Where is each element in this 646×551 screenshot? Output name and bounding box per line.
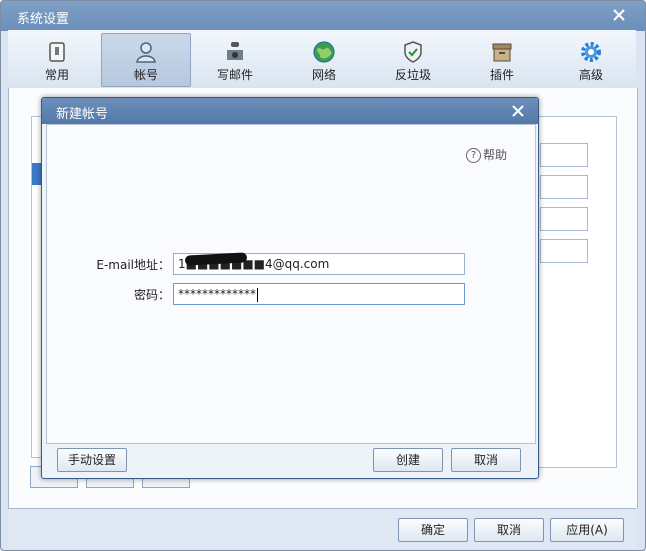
tab-account[interactable]: 帐号	[101, 33, 191, 87]
detail-field[interactable]	[540, 239, 588, 263]
settings-footer: 确定 取消 应用(A)	[8, 508, 636, 549]
create-button[interactable]: 创建	[373, 448, 443, 472]
antispam-icon	[404, 41, 422, 63]
tab-network-label: 网络	[311, 68, 336, 82]
help-label: 帮助	[483, 148, 508, 162]
ok-button[interactable]: 确定	[398, 518, 468, 542]
manual-setup-button[interactable]: 手动设置	[57, 448, 127, 472]
detail-field[interactable]	[540, 207, 588, 231]
help-icon: ?	[466, 148, 481, 163]
tab-general[interactable]: 常用	[12, 33, 102, 87]
dialog-cancel-button[interactable]: 取消	[451, 448, 521, 472]
tab-compose-label: 写邮件	[216, 68, 253, 82]
account-icon	[136, 42, 156, 63]
tab-compose[interactable]: 写邮件	[190, 33, 280, 87]
password-field[interactable]: *************	[173, 283, 465, 305]
detail-field[interactable]	[540, 143, 588, 167]
text-caret	[257, 287, 258, 302]
tab-antispam-label: 反垃圾	[394, 68, 431, 82]
tab-advanced[interactable]: 高级	[546, 33, 636, 87]
close-icon[interactable]	[510, 103, 526, 119]
network-icon	[313, 41, 335, 63]
account-details-panel	[529, 116, 617, 468]
dialog-title-bar: 新建帐号	[42, 98, 538, 124]
cancel-button[interactable]: 取消	[474, 518, 544, 542]
tab-account-label: 帐号	[133, 68, 158, 82]
detail-field[interactable]	[540, 175, 588, 199]
tab-plugin[interactable]: 插件	[457, 33, 547, 87]
password-value: *************	[178, 287, 256, 301]
general-icon	[49, 42, 65, 62]
tab-network[interactable]: 网络	[279, 33, 369, 87]
apply-button[interactable]: 应用(A)	[550, 518, 624, 542]
password-label: 密码：	[133, 288, 170, 302]
help-link[interactable]: ? 帮助	[466, 146, 507, 163]
close-icon[interactable]	[611, 7, 627, 23]
settings-toolbar: 常用 帐号 写邮件 网络 反垃圾 插件 高级	[8, 30, 636, 89]
advanced-icon	[581, 42, 601, 62]
plugin-icon	[492, 43, 512, 62]
new-account-dialog: 新建帐号 ? 帮助 E-mail地址： 1■■■■■■■4@qq.com 密码： …	[41, 97, 539, 479]
tab-general-label: 常用	[44, 68, 69, 82]
compose-icon	[227, 42, 243, 60]
email-label: E-mail地址：	[96, 258, 170, 272]
tab-antispam[interactable]: 反垃圾	[368, 33, 458, 87]
dialog-title: 新建帐号	[56, 107, 109, 122]
tab-advanced-label: 高级	[578, 68, 603, 82]
window-title: 系统设置	[17, 12, 70, 27]
tab-plugin-label: 插件	[489, 68, 514, 82]
